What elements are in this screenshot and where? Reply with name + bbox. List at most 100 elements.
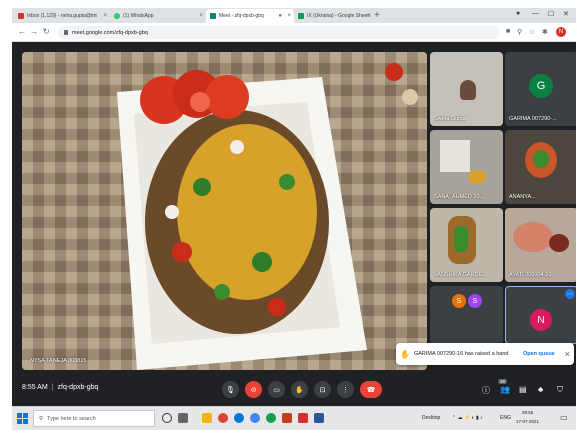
recording-dot-icon: ● [278,13,282,19]
participant-avatar: G [529,74,553,98]
hand-raised-notification: ✋ GARIMA 007290-16 has raised a hand Ope… [396,343,574,365]
language-indicator[interactable]: ENG [500,415,511,421]
bookmark-star-icon[interactable]: ☆ [529,28,535,36]
participant-video [460,80,476,100]
minimize-icon[interactable]: — [532,10,539,17]
tab-label: Meet - zfq-dpxb-gbq [219,13,264,19]
acrobat-icon[interactable] [298,413,308,423]
participant-name: GARIMA 007290-... [509,116,557,122]
app-icon[interactable] [266,413,276,423]
meeting-time: 8:55 AM [22,384,48,391]
participant-video [513,222,553,252]
phone-hangup-icon: ☎ [366,386,376,394]
participant-count-badge: 28 [498,379,508,384]
profile-dot-icon[interactable]: ● [516,10,520,17]
tab-label: (1) WhatsApp [123,13,154,19]
more-options-icon[interactable]: ⋯ [565,289,575,299]
host-controls-icon[interactable]: ⛉ [557,385,563,395]
participant-name: AYATI 006004-10 [509,272,552,278]
participant-tile[interactable]: SANA_AHMED 10... [430,130,503,204]
task-view-icon[interactable] [178,413,188,423]
activities-icon[interactable]: ♣ [538,385,543,394]
captions-icon: ▭ [273,386,280,394]
camera-off-button[interactable]: ⊘ [245,381,262,398]
powerpoint-icon[interactable] [282,413,292,423]
tab-gmail[interactable]: Inbox (1,129) - neha.gupta@tml... × [14,9,110,23]
open-queue-button[interactable]: Open queue [523,351,555,357]
maximize-icon[interactable]: ☐ [548,10,554,18]
chat-icon[interactable]: ▤ [519,385,527,394]
url-bar[interactable]: meet.google.com/zfq-dpxb-gbq [58,26,500,39]
word-icon[interactable] [314,413,324,423]
zoom-icon[interactable]: ⚲ [517,28,522,36]
edge-icon[interactable] [234,413,244,423]
info-icon[interactable]: ⓘ [482,385,490,396]
participant-tile[interactable]: Sweta Gupta [430,52,503,126]
captions-button[interactable]: ▭ [268,381,285,398]
participant-name: SANA_AHMED 10... [434,194,485,200]
notifications-icon[interactable]: ▭ [560,413,568,422]
clock-date[interactable]: 17-07-2021 [516,419,539,424]
address-bar-row: ← → ↻ meet.google.com/zfq-dpxb-gbq ■ ⚲ ☆… [12,23,576,42]
participant-avatar: S [468,294,482,308]
meet-control-bar: 8:55 AM | zfq-dpxb-gbq 🎙 ⊘ ▭ ✋ ⊡ ⋮ ☎ ⓘ 28 … [12,374,576,404]
windows-start-button[interactable] [17,413,28,424]
tab-whatsapp[interactable]: (1) WhatsApp × [110,9,206,23]
more-vert-icon: ⋮ [342,386,349,394]
meeting-code: zfq-dpxb-gbq [57,384,99,391]
close-tab-icon[interactable]: × [103,13,107,19]
cortana-icon[interactable] [162,413,172,423]
tray-icons[interactable]: ⌃ ☁ ⚡ ◐ ▮ ♪ [452,415,483,421]
main-speaker-name: NYSA TANEJA 008815 [30,358,87,364]
meet-icon [210,13,216,19]
sheets-icon [298,13,304,19]
chrome-icon[interactable] [218,413,228,423]
participant-video [440,140,470,172]
raised-hand-icon: ✋ [400,349,410,359]
extensions-icon[interactable]: ✱ [542,28,548,36]
microphone-button[interactable]: 🎙 [222,381,239,398]
participant-video [454,226,468,252]
back-arrow-icon[interactable]: ← [18,27,26,36]
tab-sheets[interactable]: IX (Ukraina) - Google Sheets × [294,9,374,23]
taskbar-search-input[interactable]: ⚲ Type here to search [33,410,155,427]
meeting-info: 8:55 AM | zfq-dpxb-gbq [22,384,99,391]
participant-tile[interactable]: VANSHIKA GARDE... [430,208,503,282]
close-tab-icon[interactable]: × [367,13,371,19]
tab-meet[interactable]: Meet - zfq-dpxb-gbq ● × [206,9,294,23]
browser-tab-strip: Inbox (1,129) - neha.gupta@tml... × (1) … [12,8,576,23]
close-tab-icon[interactable]: × [287,13,291,19]
people-icon[interactable]: 👥 [500,385,510,394]
whatsapp-icon [114,13,120,19]
participant-video [533,150,549,168]
main-video[interactable]: NYSA TANEJA 008815 [22,52,427,370]
more-options-button[interactable]: ⋮ [337,381,354,398]
camera-icon[interactable]: ■ [506,28,510,35]
clock-time[interactable]: 08:55 [522,410,533,415]
reload-icon[interactable]: ↻ [43,27,50,36]
salad-video-frame [22,52,427,370]
window-close-icon[interactable]: ✕ [563,10,569,18]
profile-avatar[interactable]: N [556,27,566,37]
participant-tile[interactable]: ANANYA... [505,130,576,204]
participant-video [549,234,569,252]
raise-hand-button[interactable]: ✋ [291,381,308,398]
close-tab-icon[interactable]: × [199,13,203,19]
participant-tile[interactable]: G GARIMA 007290-... [505,52,576,126]
close-notification-button[interactable]: × [565,349,570,359]
participant-tile[interactable]: N ⋯ [505,286,576,344]
gmail-icon [18,13,24,19]
present-screen-button[interactable]: ⊡ [314,381,331,398]
camera-off-icon: ⊘ [250,386,257,394]
participant-name: Sweta Gupta [434,116,466,122]
participant-tile[interactable]: S S [430,286,503,344]
participant-avatar: N [530,309,552,331]
forward-arrow-icon[interactable]: → [30,27,38,36]
chrome-profile-icon[interactable] [250,413,260,423]
new-tab-button[interactable]: + [374,9,380,22]
desktop-toolbar[interactable]: Desktop [422,415,440,421]
file-explorer-icon[interactable] [202,413,212,423]
raise-hand-icon: ✋ [295,386,304,394]
participant-tile[interactable]: AYATI 006004-10 [505,208,576,282]
leave-call-button[interactable]: ☎ [360,381,382,398]
